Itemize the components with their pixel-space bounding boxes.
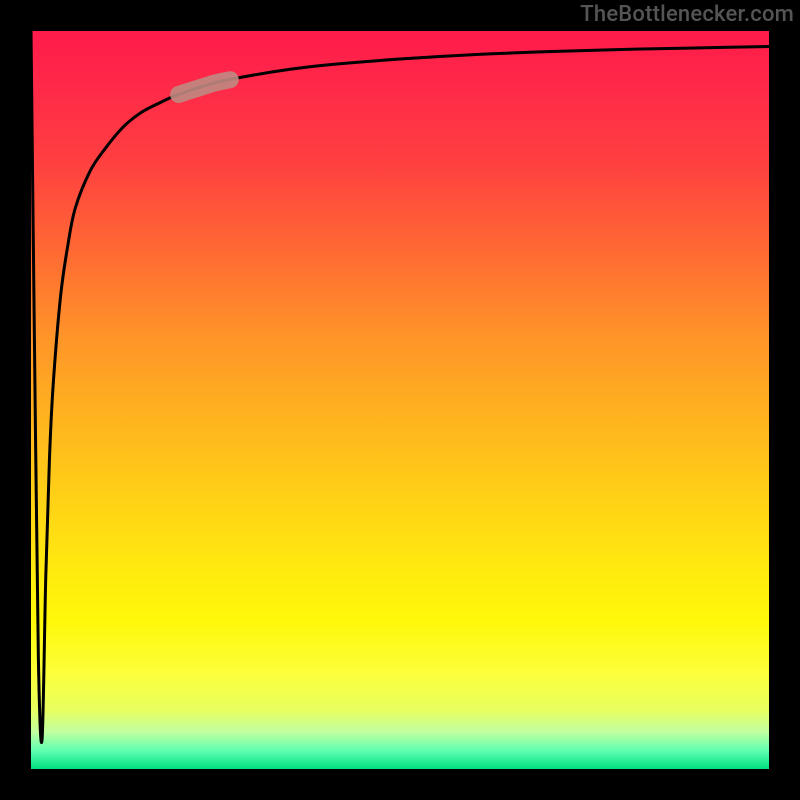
plot-area bbox=[31, 31, 769, 769]
chart-stage: TheBottlenecker.com bbox=[0, 0, 800, 800]
credit-text: TheBottlenecker.com bbox=[580, 2, 794, 27]
